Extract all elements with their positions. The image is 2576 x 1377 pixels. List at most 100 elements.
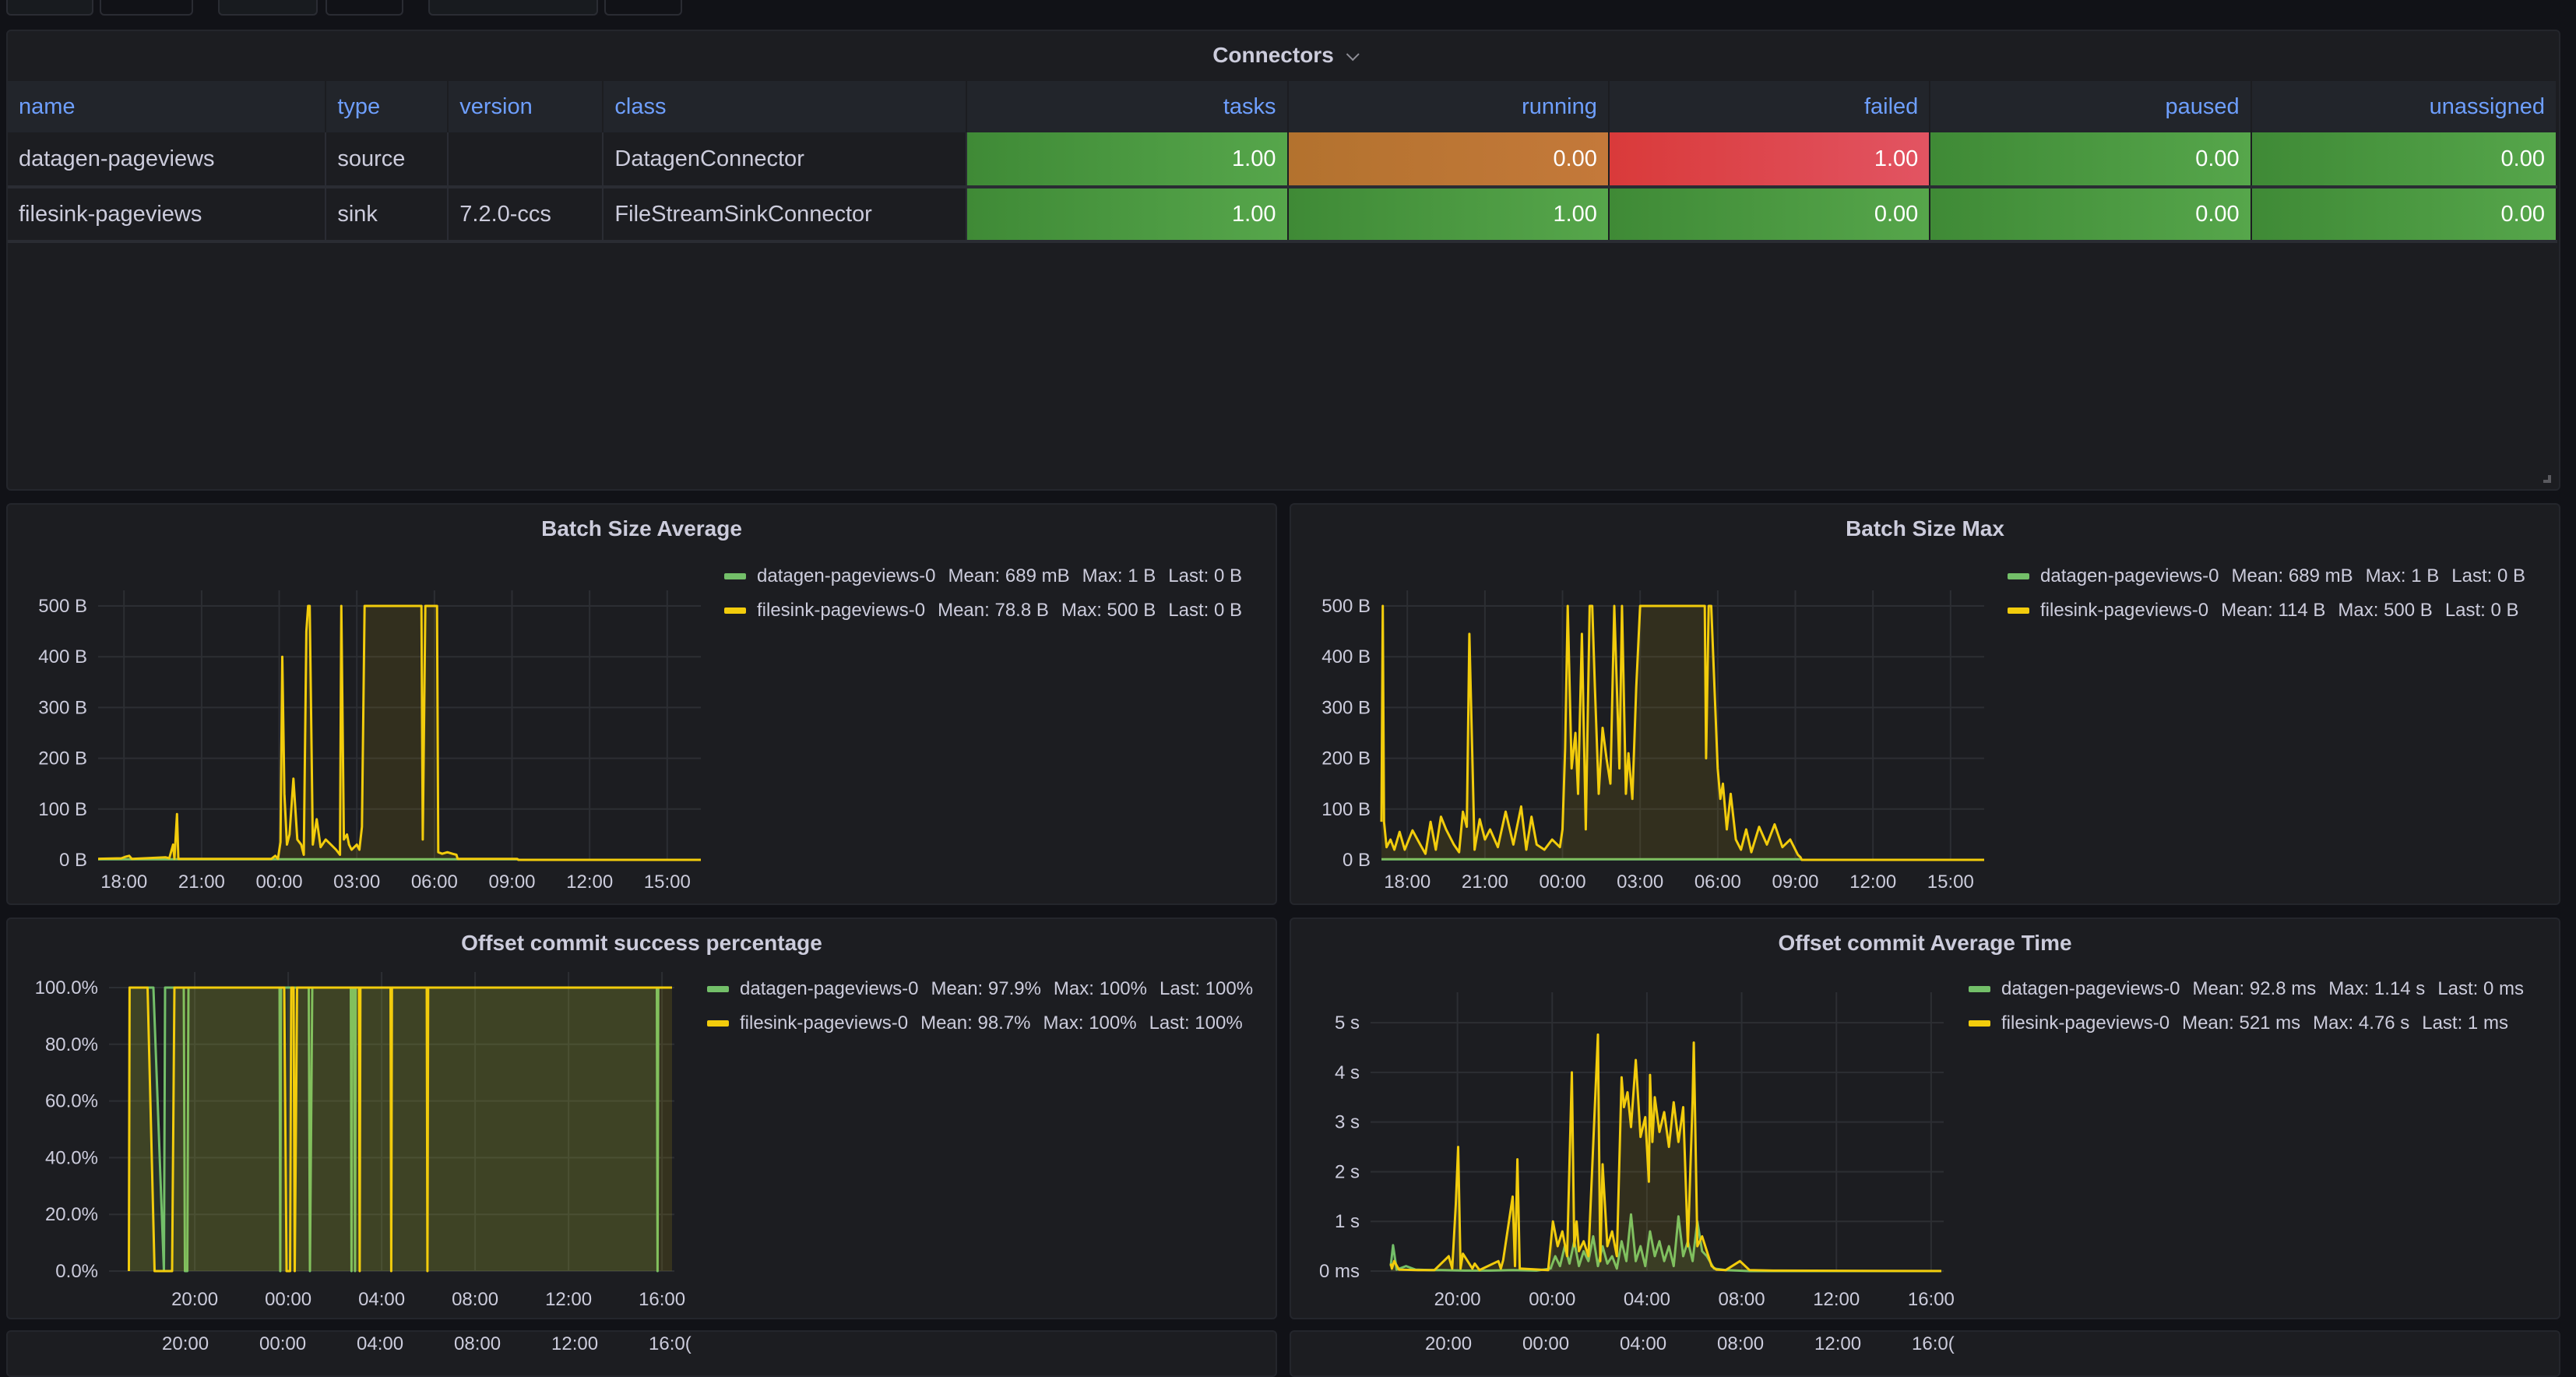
legend-max: Max: 100% <box>1043 1012 1137 1034</box>
legend-item[interactable]: datagen-pageviews-0 Mean: 689 mB Max: 1 B L… <box>2008 559 2525 593</box>
x-tick-label: 08:00 <box>1717 1333 1765 1354</box>
connectors-panel: Connectors name type version class tasks… <box>6 30 2560 491</box>
cell-unassigned: 0.00 <box>2250 132 2558 188</box>
top-control-4[interactable] <box>326 0 403 16</box>
legend-series-name: datagen-pageviews-0 <box>757 565 936 586</box>
x-tick-label: 16:0( <box>1912 1333 1955 1354</box>
x-tick-label: 20:00 <box>1434 1289 1481 1310</box>
legend-max: Max: 1 B <box>1082 565 1156 586</box>
y-tick-label: 500 B <box>38 596 87 617</box>
cell-unassigned: 0.00 <box>2250 187 2558 243</box>
x-tick-label: 00:00 <box>1529 1289 1575 1310</box>
legend-mean: Mean: 98.7% <box>920 1012 1031 1034</box>
y-tick-label: 0 B <box>59 850 87 871</box>
legend-last: Last: 1 ms <box>2422 1012 2508 1034</box>
column-header-version[interactable]: version <box>448 81 604 132</box>
series-area-filesink-pageviews-0 <box>98 606 701 860</box>
legend-max: Max: 1 B <box>2365 565 2440 586</box>
cell-failed: 0.00 <box>1608 187 1931 243</box>
x-tick-label: 21:00 <box>178 872 225 893</box>
series-swatch <box>707 1020 729 1027</box>
cell-version <box>448 132 604 188</box>
column-header-tasks[interactable]: tasks <box>966 81 1289 132</box>
column-header-class[interactable]: class <box>603 81 968 132</box>
legend-mean: Mean: 92.8 ms <box>2192 978 2317 999</box>
legend-item[interactable]: filesink-pageviews-0 Mean: 114 B Max: 500 … <box>2008 593 2525 628</box>
y-tick-label: 60.0% <box>45 1091 98 1112</box>
panel-offset-commit-average-time: Offset commit Average Time 0 ms 1 s2 s3 s… <box>1290 917 2560 1319</box>
x-tick-label: 00:00 <box>1522 1333 1570 1354</box>
cell-paused: 0.00 <box>1930 187 2252 243</box>
series-swatch <box>724 608 746 614</box>
cell-name: filesink-pageviews <box>8 187 327 243</box>
column-header-unassigned[interactable]: unassigned <box>2250 81 2558 132</box>
legend-item[interactable]: datagen-pageviews-0 Mean: 92.8 ms Max: 1.1… <box>1969 972 2524 1006</box>
series-swatch <box>2008 573 2029 579</box>
y-tick-label: 500 B <box>1321 596 1371 617</box>
column-header-type[interactable]: type <box>326 81 449 132</box>
cell-type: sink <box>326 187 449 243</box>
legend-item[interactable]: datagen-pageviews-0 Mean: 689 mB Max: 1 B L… <box>724 559 1242 593</box>
x-tick-label: 09:00 <box>488 872 535 893</box>
legend-last: Last: 0 B <box>1168 600 1242 621</box>
y-tick-label: 200 B <box>38 748 87 770</box>
column-header-failed[interactable]: failed <box>1608 81 1931 132</box>
top-control-2[interactable] <box>100 0 193 16</box>
y-tick-label: 40.0% <box>45 1147 98 1168</box>
panel-bottom-left-partial: 20:00 00:00 04:00 08:00 12:00 16:0( <box>6 1330 1277 1377</box>
column-header-running[interactable]: running <box>1287 81 1610 132</box>
x-tick-label: 00:00 <box>265 1289 311 1310</box>
top-control-1[interactable] <box>6 0 93 16</box>
y-tick-label: 100 B <box>38 799 87 820</box>
legend-series-name: filesink-pageviews-0 <box>2040 600 2209 621</box>
table-header-row: name type version class tasks running fa… <box>8 81 2558 132</box>
top-control-6[interactable] <box>604 0 682 16</box>
panel-title-connectors[interactable]: Connectors <box>8 31 2559 79</box>
column-header-name[interactable]: name <box>8 81 327 132</box>
y-tick-label: 300 B <box>1321 697 1371 718</box>
y-tick-label: 4 s <box>1335 1062 1360 1083</box>
x-tick-label: 20:00 <box>1425 1333 1473 1354</box>
legend-mean: Mean: 97.9% <box>931 978 1041 999</box>
legend-item[interactable]: filesink-pageviews-0 Mean: 521 ms Max: 4.7… <box>1969 1006 2524 1041</box>
legend-series-name: filesink-pageviews-0 <box>740 1012 909 1034</box>
legend-item[interactable]: filesink-pageviews-0 Mean: 78.8 B Max: 500… <box>724 593 1242 628</box>
cell-paused: 0.00 <box>1930 132 2252 188</box>
legend-last: Last: 100% <box>1149 1012 1243 1034</box>
y-tick-label: 100 B <box>1321 799 1371 820</box>
top-control-3[interactable] <box>218 0 318 16</box>
cell-running: 0.00 <box>1287 132 1610 188</box>
panel-resize-handle[interactable] <box>2542 474 2551 483</box>
legend-mean: Mean: 689 mB <box>948 565 1070 586</box>
column-header-paused[interactable]: paused <box>1930 81 2252 132</box>
connectors-table: name type version class tasks running fa… <box>8 81 2558 243</box>
x-tick-label: 04:00 <box>357 1333 404 1354</box>
legend-item[interactable]: filesink-pageviews-0 Mean: 98.7% Max: 100%… <box>707 1006 1253 1041</box>
cell-running: 1.00 <box>1287 187 1610 243</box>
y-tick-label: 20.0% <box>45 1204 98 1225</box>
legend-series-name: datagen-pageviews-0 <box>2001 978 2180 999</box>
x-tick-label: 04:00 <box>1624 1289 1670 1310</box>
panel-batch-size-max: Batch Size Max 0 B 100 B 200 B 300 B 400 B 50… <box>1290 503 2560 905</box>
y-tick-label: 2 s <box>1335 1161 1360 1182</box>
y-tick-label: 0 B <box>1343 850 1371 871</box>
series-area-filesink-pageviews-0 <box>128 988 672 1271</box>
x-tick-label: 21:00 <box>1462 872 1508 893</box>
cell-class: DatagenConnector <box>603 132 968 188</box>
x-tick-label: 15:00 <box>644 872 691 893</box>
legend-last: Last: 0 ms <box>2437 978 2525 999</box>
x-tick-label: 03:00 <box>1617 872 1663 893</box>
y-tick-label: 0 ms <box>1319 1261 1360 1282</box>
x-tick-label: 00:00 <box>259 1333 307 1354</box>
x-tick-label: 08:00 <box>454 1333 501 1354</box>
chart-legend: datagen-pageviews-0 Mean: 97.9% Max: 100% L… <box>707 972 1253 1041</box>
top-control-5[interactable] <box>428 0 598 16</box>
x-tick-label: 06:00 <box>411 872 458 893</box>
x-tick-label: 08:00 <box>1719 1289 1765 1310</box>
x-tick-label: 18:00 <box>1384 872 1431 893</box>
y-tick-label: 400 B <box>1321 646 1371 667</box>
cell-version: 7.2.0-ccs <box>448 187 604 243</box>
panel-bottom-right-partial: 20:00 00:00 04:00 08:00 12:00 16:0( <box>1290 1330 2560 1377</box>
legend-item[interactable]: datagen-pageviews-0 Mean: 97.9% Max: 100% L… <box>707 972 1253 1006</box>
chart-legend: datagen-pageviews-0 Mean: 689 mB Max: 1 BL… <box>2008 559 2525 628</box>
